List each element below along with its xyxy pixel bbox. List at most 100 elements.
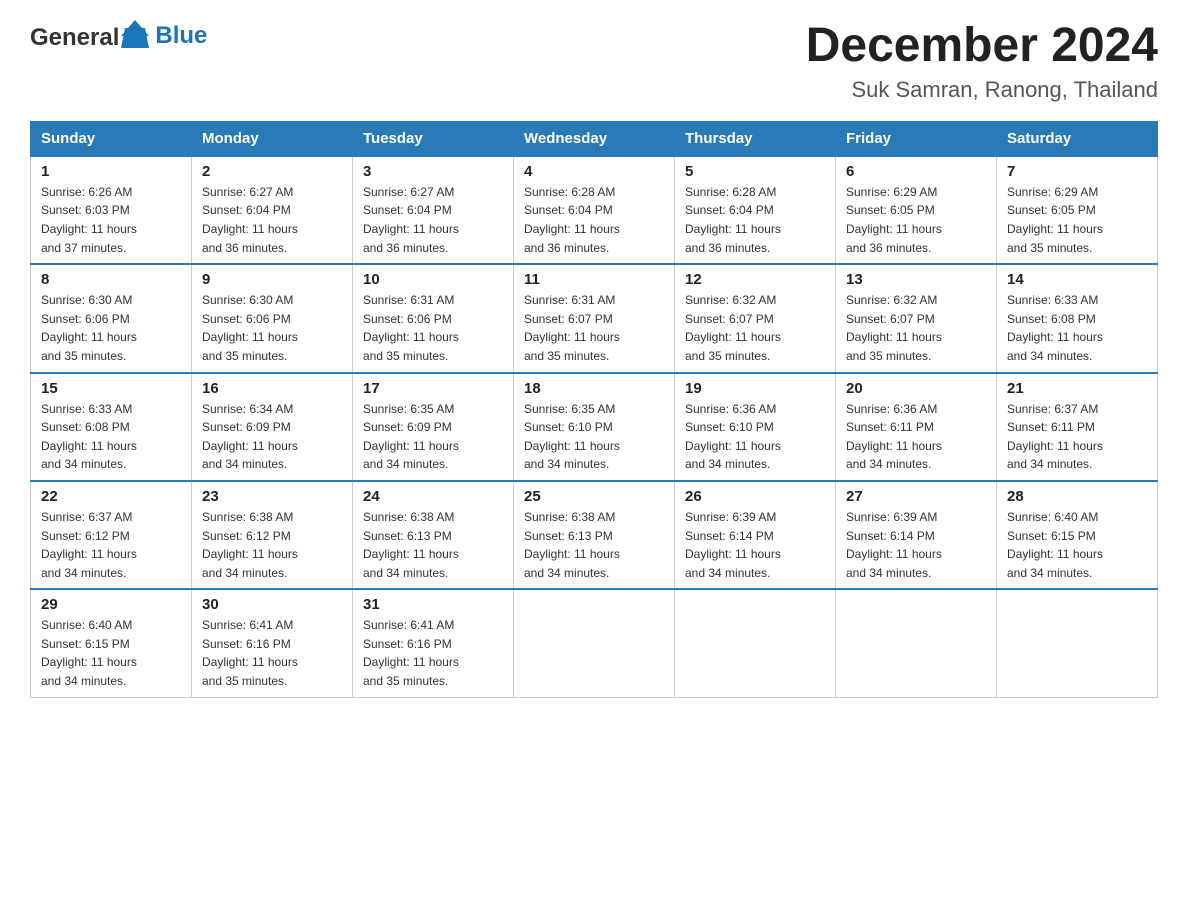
calendar-cell: 1Sunrise: 6:26 AMSunset: 6:03 PMDaylight…: [31, 156, 192, 264]
day-number: 13: [846, 271, 986, 288]
day-info: Sunrise: 6:38 AMSunset: 6:13 PMDaylight:…: [524, 508, 664, 582]
day-info: Sunrise: 6:32 AMSunset: 6:07 PMDaylight:…: [685, 291, 825, 365]
logo-general-text: General: [30, 24, 119, 52]
calendar-cell: 12 Sunrise: 6:32 AMSunset: 6:07 PMDayligh…: [675, 264, 836, 372]
col-header-friday: Friday: [836, 121, 997, 156]
day-info: Sunrise: 6:27 AMSunset: 6:04 PMDaylight:…: [363, 183, 503, 257]
calendar-cell: 29Sunrise: 6:40 AMSunset: 6:15 PMDayligh…: [31, 589, 192, 697]
day-info: Sunrise: 6:32 AMSunset: 6:07 PMDaylight:…: [846, 291, 986, 365]
day-number: 7: [1007, 163, 1147, 180]
day-info: Sunrise: 6:38 AMSunset: 6:12 PMDaylight:…: [202, 508, 342, 582]
day-info: Sunrise: 6:41 AMSunset: 6:16 PMDaylight:…: [363, 616, 503, 690]
calendar-cell: 8Sunrise: 6:30 AMSunset: 6:06 PMDaylight…: [31, 264, 192, 372]
day-number: 10: [363, 271, 503, 288]
calendar-cell: 26 Sunrise: 6:39 AMSunset: 6:14 PMDayligh…: [675, 481, 836, 589]
col-header-monday: Monday: [192, 121, 353, 156]
day-number: 14: [1007, 271, 1147, 288]
col-header-wednesday: Wednesday: [514, 121, 675, 156]
calendar-week-row: 22 Sunrise: 6:37 AMSunset: 6:12 PMDayligh…: [31, 481, 1158, 589]
day-number: 4: [524, 163, 664, 180]
day-number: 15: [41, 380, 181, 397]
day-number: 5: [685, 163, 825, 180]
day-number: 23: [202, 488, 342, 505]
calendar-cell: 25 Sunrise: 6:38 AMSunset: 6:13 PMDayligh…: [514, 481, 675, 589]
calendar-week-row: 8Sunrise: 6:30 AMSunset: 6:06 PMDaylight…: [31, 264, 1158, 372]
calendar-cell: 14 Sunrise: 6:33 AMSunset: 6:08 PMDayligh…: [997, 264, 1158, 372]
day-number: 21: [1007, 380, 1147, 397]
calendar-cell: 20Sunrise: 6:36 AMSunset: 6:11 PMDayligh…: [836, 373, 997, 481]
day-info: Sunrise: 6:27 AMSunset: 6:04 PMDaylight:…: [202, 183, 342, 257]
calendar-cell: 19 Sunrise: 6:36 AMSunset: 6:10 PMDayligh…: [675, 373, 836, 481]
calendar-week-row: 15 Sunrise: 6:33 AMSunset: 6:08 PMDayligh…: [31, 373, 1158, 481]
day-number: 25: [524, 488, 664, 505]
day-info: Sunrise: 6:30 AMSunset: 6:06 PMDaylight:…: [41, 291, 181, 365]
logo-blue-text: Blue: [155, 22, 207, 50]
day-info: Sunrise: 6:29 AMSunset: 6:05 PMDaylight:…: [1007, 183, 1147, 257]
calendar-cell: 9 Sunrise: 6:30 AMSunset: 6:06 PMDaylight…: [192, 264, 353, 372]
title-block: December 2024 Suk Samran, Ranong, Thaila…: [806, 20, 1158, 103]
calendar-cell: [836, 589, 997, 697]
day-number: 31: [363, 596, 503, 613]
day-info: Sunrise: 6:37 AMSunset: 6:12 PMDaylight:…: [41, 508, 181, 582]
calendar-cell: 31 Sunrise: 6:41 AMSunset: 6:16 PMDayligh…: [353, 589, 514, 697]
day-number: 12: [685, 271, 825, 288]
calendar-table: SundayMondayTuesdayWednesdayThursdayFrid…: [30, 121, 1158, 698]
day-info: Sunrise: 6:29 AMSunset: 6:05 PMDaylight:…: [846, 183, 986, 257]
day-number: 1: [41, 163, 181, 180]
calendar-cell: 21 Sunrise: 6:37 AMSunset: 6:11 PMDayligh…: [997, 373, 1158, 481]
day-number: 9: [202, 271, 342, 288]
calendar-cell: 15 Sunrise: 6:33 AMSunset: 6:08 PMDayligh…: [31, 373, 192, 481]
day-number: 27: [846, 488, 986, 505]
calendar-subtitle: Suk Samran, Ranong, Thailand: [806, 77, 1158, 103]
calendar-cell: 24Sunrise: 6:38 AMSunset: 6:13 PMDayligh…: [353, 481, 514, 589]
day-info: Sunrise: 6:34 AMSunset: 6:09 PMDaylight:…: [202, 400, 342, 474]
day-info: Sunrise: 6:35 AMSunset: 6:09 PMDaylight:…: [363, 400, 503, 474]
day-number: 17: [363, 380, 503, 397]
calendar-cell: 11 Sunrise: 6:31 AMSunset: 6:07 PMDayligh…: [514, 264, 675, 372]
day-info: Sunrise: 6:35 AMSunset: 6:10 PMDaylight:…: [524, 400, 664, 474]
day-info: Sunrise: 6:40 AMSunset: 6:15 PMDaylight:…: [41, 616, 181, 690]
day-number: 28: [1007, 488, 1147, 505]
day-number: 2: [202, 163, 342, 180]
day-info: Sunrise: 6:39 AMSunset: 6:14 PMDaylight:…: [685, 508, 825, 582]
calendar-week-row: 29Sunrise: 6:40 AMSunset: 6:15 PMDayligh…: [31, 589, 1158, 697]
day-info: Sunrise: 6:37 AMSunset: 6:11 PMDaylight:…: [1007, 400, 1147, 474]
calendar-cell: 3 Sunrise: 6:27 AMSunset: 6:04 PMDaylight…: [353, 156, 514, 264]
day-info: Sunrise: 6:28 AMSunset: 6:04 PMDaylight:…: [685, 183, 825, 257]
col-header-thursday: Thursday: [675, 121, 836, 156]
col-header-saturday: Saturday: [997, 121, 1158, 156]
calendar-cell: 2 Sunrise: 6:27 AMSunset: 6:04 PMDaylight…: [192, 156, 353, 264]
calendar-cell: 23 Sunrise: 6:38 AMSunset: 6:12 PMDayligh…: [192, 481, 353, 589]
day-number: 11: [524, 271, 664, 288]
day-number: 6: [846, 163, 986, 180]
day-info: Sunrise: 6:39 AMSunset: 6:14 PMDaylight:…: [846, 508, 986, 582]
day-info: Sunrise: 6:33 AMSunset: 6:08 PMDaylight:…: [41, 400, 181, 474]
day-info: Sunrise: 6:28 AMSunset: 6:04 PMDaylight:…: [524, 183, 664, 257]
calendar-cell: [997, 589, 1158, 697]
calendar-cell: 10Sunrise: 6:31 AMSunset: 6:06 PMDayligh…: [353, 264, 514, 372]
day-number: 22: [41, 488, 181, 505]
col-header-tuesday: Tuesday: [353, 121, 514, 156]
calendar-week-row: 1Sunrise: 6:26 AMSunset: 6:03 PMDaylight…: [31, 156, 1158, 264]
col-header-sunday: Sunday: [31, 121, 192, 156]
day-info: Sunrise: 6:31 AMSunset: 6:07 PMDaylight:…: [524, 291, 664, 365]
calendar-cell: [514, 589, 675, 697]
day-number: 3: [363, 163, 503, 180]
day-info: Sunrise: 6:30 AMSunset: 6:06 PMDaylight:…: [202, 291, 342, 365]
calendar-cell: 28Sunrise: 6:40 AMSunset: 6:15 PMDayligh…: [997, 481, 1158, 589]
day-info: Sunrise: 6:36 AMSunset: 6:10 PMDaylight:…: [685, 400, 825, 474]
calendar-cell: 13 Sunrise: 6:32 AMSunset: 6:07 PMDayligh…: [836, 264, 997, 372]
page-header: General Blue December 2024 Suk Samran, R…: [30, 20, 1158, 103]
calendar-cell: 7 Sunrise: 6:29 AMSunset: 6:05 PMDaylight…: [997, 156, 1158, 264]
day-number: 24: [363, 488, 503, 505]
day-number: 26: [685, 488, 825, 505]
day-info: Sunrise: 6:33 AMSunset: 6:08 PMDaylight:…: [1007, 291, 1147, 365]
day-number: 19: [685, 380, 825, 397]
calendar-body: 1Sunrise: 6:26 AMSunset: 6:03 PMDaylight…: [31, 156, 1158, 697]
calendar-cell: [675, 589, 836, 697]
calendar-cell: 22 Sunrise: 6:37 AMSunset: 6:12 PMDayligh…: [31, 481, 192, 589]
calendar-header-row: SundayMondayTuesdayWednesdayThursdayFrid…: [31, 121, 1158, 156]
day-number: 16: [202, 380, 342, 397]
day-info: Sunrise: 6:36 AMSunset: 6:11 PMDaylight:…: [846, 400, 986, 474]
calendar-cell: 4 Sunrise: 6:28 AMSunset: 6:04 PMDaylight…: [514, 156, 675, 264]
